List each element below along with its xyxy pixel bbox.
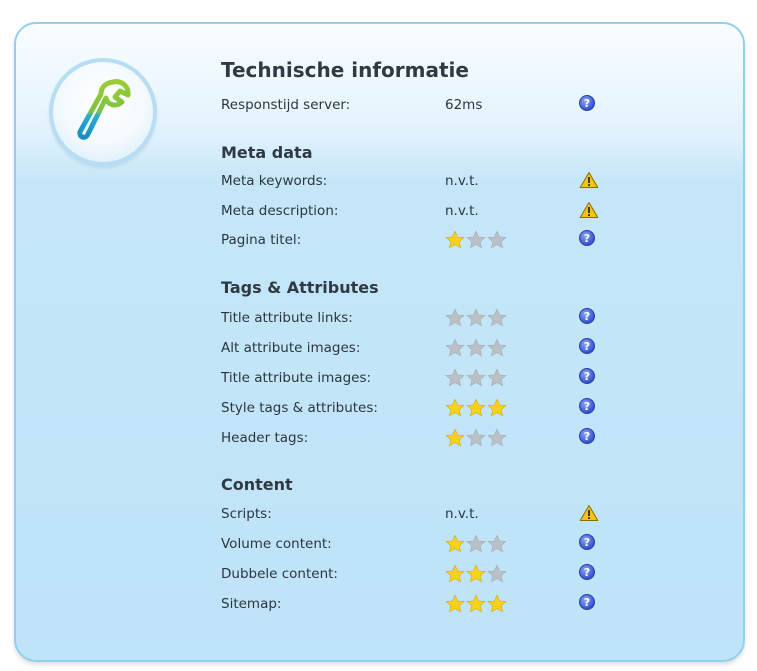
question-mark-icon[interactable]: ?: [579, 564, 599, 584]
star-empty-icon: [487, 308, 507, 327]
info-row: Sitemap:?: [221, 594, 641, 616]
star-empty-icon: [466, 428, 486, 447]
row-label: Title attribute links:: [221, 310, 353, 326]
star-rating: [445, 368, 508, 388]
star-filled-icon: [445, 534, 465, 553]
info-row: Pagina titel:?: [221, 230, 641, 252]
row-label: Scripts:: [221, 506, 272, 522]
question-mark-icon[interactable]: ?: [579, 594, 599, 614]
help-icon-glyph: ?: [579, 230, 595, 246]
info-row: Style tags & attributes:?: [221, 398, 641, 420]
star-empty-icon: [487, 428, 507, 447]
star-filled-icon: [445, 230, 465, 249]
section-title: Tags & Attributes: [221, 278, 379, 297]
row-label: Meta keywords:: [221, 173, 328, 189]
star-empty-icon: [487, 230, 507, 249]
row-label: Alt attribute images:: [221, 340, 361, 356]
star-empty-icon: [487, 564, 507, 583]
help-icon-glyph: ?: [579, 95, 595, 111]
warning-triangle-shape: [579, 505, 599, 521]
star-filled-icon: [487, 398, 507, 417]
star-empty-icon: [445, 338, 465, 357]
wrench-icon: [77, 79, 131, 140]
question-mark-icon[interactable]: ?: [579, 368, 599, 388]
star-empty-icon: [466, 534, 486, 553]
info-row: Dubbele content:?: [221, 564, 641, 586]
help-icon-glyph: ?: [579, 338, 595, 354]
page-title: Technische informatie: [221, 58, 469, 82]
question-mark-icon[interactable]: ?: [579, 398, 599, 418]
warning-triangle-shape: [579, 172, 599, 188]
wrench-badge: [49, 58, 157, 166]
warning-triangle-icon[interactable]: [579, 504, 599, 524]
star-empty-icon: [466, 368, 486, 387]
star-empty-icon: [487, 368, 507, 387]
row-label: Style tags & attributes:: [221, 400, 378, 416]
star-empty-icon: [445, 308, 465, 327]
warning-triangle-icon[interactable]: [579, 171, 599, 191]
star-filled-icon: [445, 564, 465, 583]
star-rating: [445, 428, 508, 448]
row-label: Pagina titel:: [221, 232, 302, 248]
star-filled-icon: [466, 594, 486, 613]
info-row: Title attribute links:?: [221, 308, 641, 330]
row-label: Responstijd server:: [221, 97, 351, 113]
star-filled-icon: [445, 428, 465, 447]
star-empty-icon: [466, 308, 486, 327]
warning-triangle-icon[interactable]: [579, 201, 599, 221]
question-mark-icon[interactable]: ?: [579, 338, 599, 358]
star-filled-icon: [466, 564, 486, 583]
row-label: Dubbele content:: [221, 566, 338, 582]
star-empty-icon: [466, 230, 486, 249]
row-label: Header tags:: [221, 430, 309, 446]
question-mark-icon[interactable]: ?: [579, 534, 599, 554]
warning-triangle-shape: [579, 202, 599, 218]
help-icon-glyph: ?: [579, 564, 595, 580]
info-row: Meta keywords: n.v.t.: [221, 171, 641, 193]
star-rating: [445, 338, 508, 358]
help-icon-glyph: ?: [579, 594, 595, 610]
row-value: n.v.t.: [445, 506, 479, 522]
star-rating: [445, 230, 508, 250]
info-row: Header tags:?: [221, 428, 641, 450]
info-row: Alt attribute images:?: [221, 338, 641, 360]
star-filled-icon: [466, 398, 486, 417]
question-mark-icon[interactable]: ?: [579, 95, 599, 115]
row-value: n.v.t.: [445, 203, 479, 219]
help-icon-glyph: ?: [579, 534, 595, 550]
section-title: Meta data: [221, 143, 313, 162]
question-mark-icon[interactable]: ?: [579, 308, 599, 328]
row-label: Title attribute images:: [221, 370, 372, 386]
star-rating: [445, 564, 508, 584]
row-label: Meta description:: [221, 203, 339, 219]
info-row: Title attribute images:?: [221, 368, 641, 390]
star-empty-icon: [466, 338, 486, 357]
row-value: 62ms: [445, 97, 483, 113]
info-row: Responstijd server: 62ms?: [221, 95, 641, 117]
row-label: Sitemap:: [221, 596, 282, 612]
star-empty-icon: [487, 338, 507, 357]
star-filled-icon: [445, 398, 465, 417]
row-label: Volume content:: [221, 536, 332, 552]
section-title: Content: [221, 475, 293, 494]
star-rating: [445, 398, 508, 418]
star-empty-icon: [487, 534, 507, 553]
info-row: Meta description: n.v.t.: [221, 201, 641, 223]
star-filled-icon: [487, 594, 507, 613]
info-row: Volume content:?: [221, 534, 641, 556]
info-row: Scripts: n.v.t.: [221, 504, 641, 526]
star-filled-icon: [445, 594, 465, 613]
row-value: n.v.t.: [445, 173, 479, 189]
help-icon-glyph: ?: [579, 398, 595, 414]
star-rating: [445, 594, 508, 614]
question-mark-icon[interactable]: ?: [579, 428, 599, 448]
help-icon-glyph: ?: [579, 428, 595, 444]
star-empty-icon: [445, 368, 465, 387]
question-mark-icon[interactable]: ?: [579, 230, 599, 250]
star-rating: [445, 534, 508, 554]
help-icon-glyph: ?: [579, 368, 595, 384]
star-rating: [445, 308, 508, 328]
help-icon-glyph: ?: [579, 308, 595, 324]
